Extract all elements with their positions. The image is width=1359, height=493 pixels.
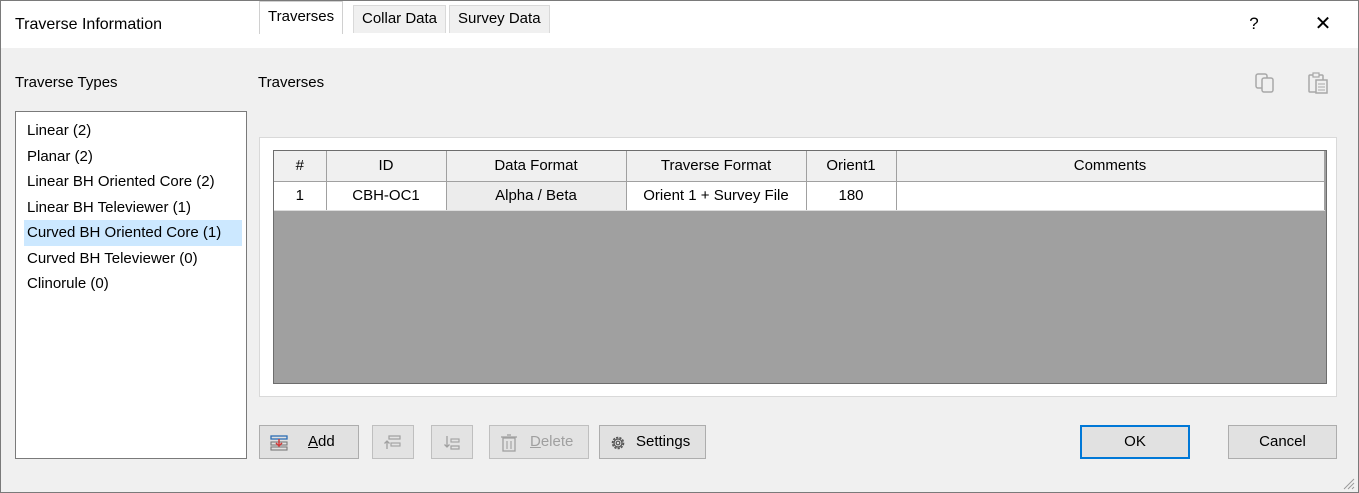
settings-button-label: Settings [636,433,691,450]
column-header-number[interactable]: # [274,151,327,182]
cell-data-format[interactable]: Alpha / Beta [446,181,627,211]
column-header-data-format[interactable]: Data Format [446,151,627,182]
traverse-information-dialog: Traverse Information ? ✕ Traverse Types … [0,0,1359,493]
add-button[interactable]: Add [259,425,359,459]
paste-icon[interactable] [1306,71,1330,95]
close-button[interactable]: ✕ [1308,9,1338,39]
traverse-types-list[interactable]: Linear (2) Planar (2) Linear BH Oriented… [15,111,247,459]
cell-id[interactable]: CBH-OC1 [326,181,447,211]
help-button[interactable]: ? [1239,9,1269,39]
delete-button-label: Delete [530,433,574,450]
settings-button[interactable]: Settings [599,425,706,459]
traverses-table: # ID Data Format Traverse Format Orient1… [274,151,1325,211]
ok-button[interactable]: OK [1080,425,1190,459]
traverses-grid[interactable]: # ID Data Format Traverse Format Orient1… [273,150,1327,384]
column-header-orient1[interactable]: Orient1 [806,151,897,182]
traverses-label: Traverses [258,74,325,91]
resize-grip-icon[interactable] [1341,476,1355,490]
table-row[interactable]: 1 CBH-OC1 Alpha / Beta Orient 1 + Survey… [274,181,1325,211]
cell-number[interactable]: 1 [274,181,327,211]
copy-icon[interactable] [1253,71,1277,95]
title-bar: Traverse Information ? ✕ [1,1,1358,48]
move-up-button[interactable] [372,425,414,459]
traverse-type-item[interactable]: Linear BH Televiewer (1) [16,195,246,221]
column-header-traverse-format[interactable]: Traverse Format [626,151,807,182]
traverse-type-item[interactable]: Clinorule (0) [16,271,246,297]
cell-comments[interactable] [896,181,1325,211]
move-down-button[interactable] [431,425,473,459]
column-header-id[interactable]: ID [326,151,447,182]
traverse-type-item[interactable]: Linear BH Oriented Core (2) [16,169,246,195]
dialog-title: Traverse Information [15,16,163,33]
move-down-icon [444,436,460,450]
cell-traverse-format[interactable]: Orient 1 + Survey File [626,181,807,211]
tab-survey-data[interactable]: Survey Data [449,5,550,33]
traverse-type-item-selected[interactable]: Curved BH Oriented Core (1) [24,220,242,246]
add-row-icon [270,435,288,451]
move-up-icon [384,435,401,449]
cancel-button[interactable]: Cancel [1228,425,1337,459]
table-header-row: # ID Data Format Traverse Format Orient1… [274,151,1325,182]
gear-icon [611,436,625,450]
column-header-comments[interactable]: Comments [896,151,1325,182]
traverse-types-label: Traverse Types [15,74,118,91]
delete-button[interactable]: Delete [489,425,589,459]
tab-collar-data[interactable]: Collar Data [353,5,447,33]
traverse-type-item[interactable]: Linear (2) [16,118,246,144]
trash-icon [501,434,517,452]
traverse-type-item[interactable]: Planar (2) [16,144,246,170]
cell-orient1[interactable]: 180 [806,181,897,211]
add-button-label: Add [308,433,335,450]
tab-traverses[interactable]: Traverses [259,1,344,34]
traverse-type-item[interactable]: Curved BH Televiewer (0) [16,246,246,272]
